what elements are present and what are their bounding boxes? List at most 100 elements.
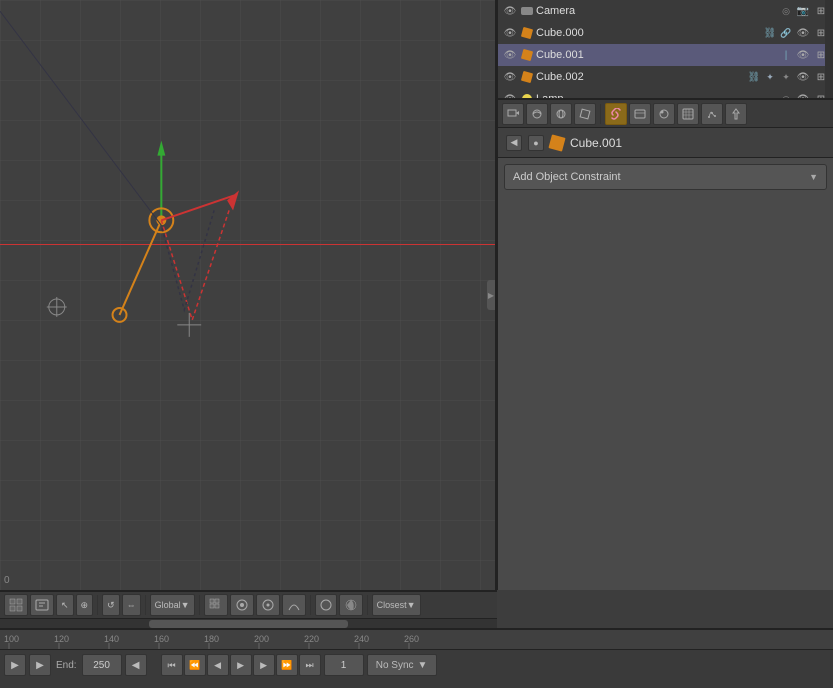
- physics-props-btn[interactable]: [725, 103, 747, 125]
- frame-end-btn[interactable]: ▶: [29, 654, 51, 676]
- render-toggle-camera[interactable]: 📷: [795, 3, 811, 19]
- lamp-extra-icon: ◎: [779, 92, 793, 100]
- next-keyframe-btn[interactable]: ⏩: [276, 654, 298, 676]
- nav-back-btn[interactable]: ◀: [506, 135, 522, 151]
- outliner-row-cube001[interactable]: 👁 Cube.001 | 👁 ⊞: [498, 44, 833, 66]
- visibility-toggle-cube001[interactable]: 👁: [502, 47, 518, 63]
- outliner-name-lamp: Lamp: [536, 93, 777, 100]
- add-constraint-dropdown[interactable]: Add Object Constraint ▼: [504, 164, 827, 190]
- step-back-btn[interactable]: ◀: [207, 654, 229, 676]
- outliner-row-cube000[interactable]: 👁 Cube.000 ⛓ 🔗 👁 ⊞: [498, 22, 833, 44]
- extra-icon-cube002: ✦: [779, 70, 793, 84]
- sep-3: [199, 595, 200, 615]
- timeline-area: 100 120 140 160 180 200 220 240 260: [0, 628, 833, 688]
- transform-label: Global: [155, 600, 181, 610]
- toolbar-sep-1: [600, 104, 601, 124]
- sync-arrow: ▼: [418, 660, 428, 671]
- timeline-controls: ▶ ▶ End: 250 ◀ ⏮ ⏪ ◀ ▶ ▶ ⏩ ⏭ 1: [0, 650, 833, 680]
- nav-dot-btn[interactable]: ●: [528, 135, 544, 151]
- properties-panel: ◀ ● Cube.001 Add Object Constraint ▼: [498, 100, 833, 590]
- chain-icon-cube000: ⛓: [763, 26, 777, 40]
- texture-props-btn[interactable]: [677, 103, 699, 125]
- outliner-row-camera[interactable]: 👁 Camera ◎ 📷 ⊞: [498, 0, 833, 22]
- render-toggle-cube002[interactable]: 👁: [795, 69, 811, 85]
- sep-5: [367, 595, 368, 615]
- outliner-name-cube002: Cube.002: [536, 71, 745, 83]
- render-toggle-lamp[interactable]: 👁: [795, 91, 811, 100]
- snap-label: Closest: [377, 600, 407, 610]
- viewport-bottom-toolbar: ↖ ⊕ ↺ ⇔ Global ▼: [0, 590, 497, 618]
- sync-label: No Sync: [376, 660, 414, 671]
- jump-end-btn[interactable]: ⏭: [299, 654, 321, 676]
- particles-props-btn[interactable]: [701, 103, 723, 125]
- proportional-method-btn[interactable]: [282, 594, 306, 616]
- render-props-btn[interactable]: [502, 103, 524, 125]
- panel-resize-handle[interactable]: ▶: [487, 280, 495, 310]
- outliner-scrollbar[interactable]: [825, 0, 833, 98]
- cube002-icon: [520, 70, 534, 84]
- visibility-toggle-cube002[interactable]: 👁: [502, 69, 518, 85]
- step-forward-btn[interactable]: ▶: [253, 654, 275, 676]
- chain-icon-cube002: ⛓: [747, 70, 761, 84]
- camera-icon: [520, 4, 534, 18]
- scrollbar-thumb[interactable]: [149, 620, 348, 628]
- world-props-btn[interactable]: [550, 103, 572, 125]
- end-label: End:: [56, 660, 77, 671]
- properties-header: ◀ ● Cube.001: [498, 128, 833, 158]
- rotate-tool-btn[interactable]: ↺: [102, 594, 120, 616]
- play-btn[interactable]: ▶: [230, 654, 252, 676]
- record-btn[interactable]: [315, 594, 337, 616]
- object-name: Cube.001: [570, 136, 622, 150]
- viewport-shading-btn[interactable]: [339, 594, 363, 616]
- outliner: 👁 Camera ◎ 📷 ⊞ 👁 Cube.000 ⛓: [498, 0, 833, 100]
- timeline-ruler: 100 120 140 160 180 200 220 240 260: [0, 630, 833, 650]
- frame-selector-btn[interactable]: ▶: [4, 654, 26, 676]
- proportional-edit-btn[interactable]: [256, 594, 280, 616]
- outliner-name-camera: Camera: [536, 5, 777, 17]
- data-props-btn[interactable]: [629, 103, 651, 125]
- top-area: 0 ▶ 👁 Camera ◎ 📷 ⊞: [0, 0, 833, 590]
- outliner-row-cube002[interactable]: 👁 Cube.002 ⛓ ✦ ✦ 👁 ⊞: [498, 66, 833, 88]
- sync-dropdown[interactable]: No Sync ▼: [367, 654, 437, 676]
- scene-props-btn[interactable]: [526, 103, 548, 125]
- outliner-name-cube000: Cube.000: [536, 27, 761, 39]
- timeline-scrollbar[interactable]: [0, 618, 497, 628]
- snap-mode-btn[interactable]: [230, 594, 254, 616]
- properties-toolbar: [498, 100, 833, 128]
- editor-type-btn[interactable]: [30, 594, 54, 616]
- jump-start-btn[interactable]: ⏮: [161, 654, 183, 676]
- sep-4: [310, 595, 311, 615]
- viewport[interactable]: 0 ▶: [0, 0, 497, 590]
- render-toggle-cube001[interactable]: 👁: [795, 47, 811, 63]
- constraint-area: Add Object Constraint ▼: [498, 158, 833, 196]
- dropdown-arrow-icon: ▼: [809, 172, 818, 182]
- move-icon-cube002: ✦: [763, 70, 777, 84]
- link-icon-cube000: 🔗: [779, 26, 793, 40]
- playback-controls: ⏮ ⏪ ◀ ▶ ▶ ⏩ ⏭: [161, 654, 321, 676]
- move-tool-btn[interactable]: ⊕: [76, 594, 94, 616]
- scale-tool-btn[interactable]: ⇔: [122, 594, 141, 616]
- chain-icon-cube001: |: [779, 48, 793, 62]
- select-mode-btn[interactable]: ↖: [56, 594, 74, 616]
- end-value[interactable]: 250: [82, 654, 122, 676]
- prev-keyframe-btn[interactable]: ⏪: [184, 654, 206, 676]
- snap-arrow: ▼: [407, 600, 416, 610]
- camera-special-icon: ◎: [779, 4, 793, 18]
- material-props-btn[interactable]: [653, 103, 675, 125]
- object-props-btn[interactable]: [574, 103, 596, 125]
- visibility-toggle-lamp[interactable]: 👁: [502, 91, 518, 100]
- view-mode-btn[interactable]: [4, 594, 28, 616]
- grid-snap-btn[interactable]: [204, 594, 228, 616]
- snap-target-btn[interactable]: Closest ▼: [372, 594, 421, 616]
- object-icon: [548, 134, 565, 151]
- current-frame-value[interactable]: 1: [324, 654, 364, 676]
- render-toggle-cube000[interactable]: 👁: [795, 25, 811, 41]
- constraints-props-btn[interactable]: [605, 103, 627, 125]
- outliner-row-lamp[interactable]: 👁 Lamp ◎ 👁 ⊞: [498, 88, 833, 100]
- corner-label: 0: [4, 575, 10, 586]
- transform-global-btn[interactable]: Global ▼: [150, 594, 195, 616]
- visibility-toggle-camera[interactable]: 👁: [502, 3, 518, 19]
- cube001-icon: [520, 48, 534, 62]
- visibility-toggle-cube000[interactable]: 👁: [502, 25, 518, 41]
- end-value-dec[interactable]: ◀: [125, 654, 147, 676]
